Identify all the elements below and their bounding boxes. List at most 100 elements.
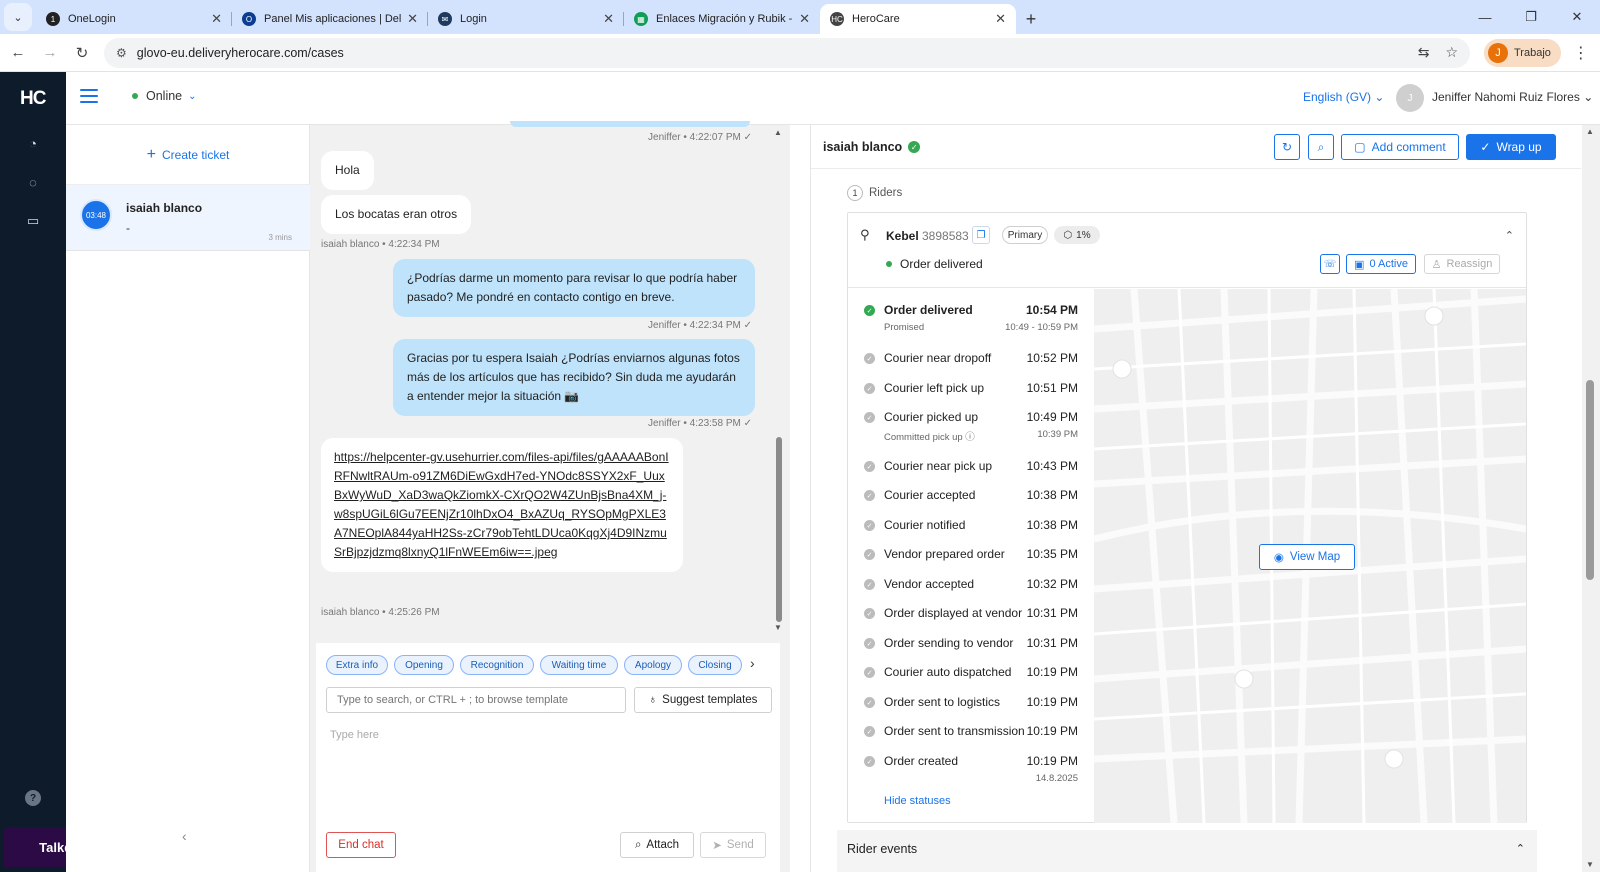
user-menu[interactable]: Jeniffer Nahomi Ruiz Flores ⌄ [1432,90,1593,104]
folder-icon[interactable]: ▭ [25,213,41,229]
message-input[interactable]: Type here [330,729,379,741]
close-tab-icon[interactable]: ✕ [995,11,1006,27]
order-panel-header: isaiah blanco ✓ ↻ ⌕ ▢ Add comment ✓ Wrap… [811,125,1581,169]
view-map-button[interactable]: ◉ View Map [1259,544,1355,570]
forward-icon[interactable]: → [36,39,64,67]
chevron-down-icon: ⌄ [188,90,197,102]
close-tab-icon[interactable]: ✕ [603,11,614,27]
minimize-icon[interactable]: — [1462,0,1508,34]
close-tab-icon[interactable]: ✕ [799,11,810,27]
quick-reply-chip[interactable]: Apology [624,655,682,675]
chat-icon[interactable]: ◌ [25,174,41,190]
attach-button[interactable]: ⌕ Attach [620,832,694,858]
language-selector[interactable]: English (GV) ⌄ [1303,90,1384,104]
status-circle-icon: ✓ [864,579,875,590]
bookmark-star-icon[interactable]: ☆ [1445,44,1458,61]
scroll-down-icon[interactable]: ▼ [1586,860,1594,869]
dashboard-icon[interactable]: ◔ [25,135,41,151]
close-tab-icon[interactable]: ✕ [407,11,418,27]
rider-score-badge: ⬡ 1% [1054,226,1100,244]
lightbulb-icon: ♁ [648,694,658,706]
chevron-up-icon[interactable]: ⌃ [1505,229,1514,242]
scroll-up-icon[interactable]: ▲ [774,128,782,137]
browser-tab[interactable]: 1 OneLogin ✕ [36,4,232,34]
quick-reply-chip[interactable]: Waiting time [540,655,618,675]
message-meta: isaiah blanco • 4:22:34 PM [321,239,440,250]
site-info-icon[interactable]: ⚙ [116,46,127,60]
tab-list: 1 OneLogin ✕ O Panel Mis aplicaciones | Deli… [36,4,1016,34]
timeline-label: Courier accepted [884,488,976,502]
reload-icon[interactable]: ↻ [68,39,96,67]
create-ticket-button[interactable]: + Create ticket [66,125,310,185]
send-label: Send [726,839,754,851]
case-timer: 03:48 [80,199,112,231]
timeline-label: Courier near dropoff [884,351,992,365]
restore-icon[interactable]: ❐ [1508,0,1554,34]
agent-status-dropdown[interactable]: Online ⌄ [132,89,197,103]
template-search-input[interactable] [326,687,626,713]
scroll-down-icon[interactable]: ▼ [774,623,782,632]
browser-tabstrip: ⌄ 1 OneLogin ✕ O Panel Mis aplicaciones | De… [0,0,1600,34]
profile-chip[interactable]: J Trabajo [1484,38,1561,67]
timeline-time: 10:52 PM [1026,351,1078,365]
browser-tab[interactable]: HC HeroCare ✕ [820,4,1016,34]
browser-tab[interactable]: O Panel Mis aplicaciones | Deliver ✕ [232,4,428,34]
timeline-row: ✓ Courier auto dispatched 10:19 PM [848,665,1094,694]
url-text[interactable]: glovo-eu.deliveryherocare.com/cases [137,46,1402,60]
close-tab-icon[interactable]: ✕ [211,11,222,27]
omnibox[interactable]: ⚙ glovo-eu.deliveryherocare.com/cases ⇆ … [104,37,1470,68]
tab-search-button[interactable]: ⌄ [4,3,32,31]
suggest-templates-button[interactable]: ♁ Suggest templates [634,687,772,713]
end-chat-button[interactable]: End chat [326,832,396,858]
browser-tab[interactable]: ✉ Login ✕ [428,4,624,34]
quick-reply-chip[interactable]: Extra info [326,655,388,675]
message-meta: Jeniffer • 4:22:07 PM ✓ [648,132,752,143]
menu-toggle-icon[interactable] [80,89,98,105]
phone-icon[interactable]: ☏ [1320,254,1340,274]
user-avatar[interactable]: J [1396,84,1424,112]
tab-favicon-icon: O [242,12,256,26]
case-list: + Create ticket 03:48 isaiah blanco - 3 … [66,125,310,872]
attachment-link[interactable]: https://helpcenter-gv.usehurrier.com/fil… [334,450,669,559]
bag-icon: ▣ [1354,258,1365,271]
rider-name: Kebel [886,229,919,243]
wrap-up-button[interactable]: ✓ Wrap up [1466,134,1556,160]
incoming-message: Los bocatas eran otros [321,195,472,234]
scroll-up-icon[interactable]: ▲ [1586,127,1594,136]
close-window-icon[interactable]: ✕ [1554,0,1600,34]
timeline-time: 10:19 PM [1026,724,1078,738]
new-tab-button[interactable]: + [1016,4,1046,34]
copy-icon[interactable]: ❐ [972,226,990,244]
rider-events-section[interactable]: Rider events ⌃ [837,830,1537,872]
rider-score: 1% [1076,229,1091,241]
riders-label: Riders [869,187,903,199]
scrollbar-thumb[interactable] [776,437,782,622]
page-scrollbar[interactable]: ▲ ▼ [1582,125,1600,872]
case-item[interactable]: 03:48 isaiah blanco - 3 mins [66,185,310,251]
chevron-right-icon[interactable]: › [750,655,755,671]
translate-icon[interactable]: ⇆ [1418,44,1430,61]
browser-tab[interactable]: ▦ Enlaces Migración y Rubik - Go ✕ [624,4,820,34]
browser-menu-icon[interactable]: ⋮ [1573,43,1589,63]
help-icon[interactable]: ? [25,790,41,806]
add-comment-label: Add comment [1371,140,1446,154]
collapse-list-icon[interactable]: ‹ [182,828,187,844]
chat-scrollbar[interactable]: ▲ ▼ [774,125,784,635]
active-orders-button[interactable]: ▣ 0 Active [1346,254,1416,274]
quick-reply-chip[interactable]: Closing [688,655,742,675]
hide-statuses-link[interactable]: Hide statuses [884,795,951,807]
quick-reply-chip[interactable]: Opening [394,655,454,675]
map-street [1220,289,1248,823]
add-comment-button[interactable]: ▢ Add comment [1341,134,1459,160]
quick-reply-chip[interactable]: Recognition [460,655,534,675]
timeline-label: Courier near pick up [884,459,993,473]
scrollbar-thumb[interactable] [1586,380,1594,580]
reassign-button[interactable]: ♙ Reassign [1424,254,1500,274]
back-icon[interactable]: ← [4,39,32,67]
rider-id: 3898583 [922,229,969,243]
refresh-icon[interactable]: ↻ [1274,134,1300,160]
search-icon[interactable]: ⌕ [1308,134,1334,160]
riders-count: 1 [847,185,863,201]
send-button[interactable]: ➤ Send [700,832,766,858]
send-icon: ➤ [712,840,722,852]
